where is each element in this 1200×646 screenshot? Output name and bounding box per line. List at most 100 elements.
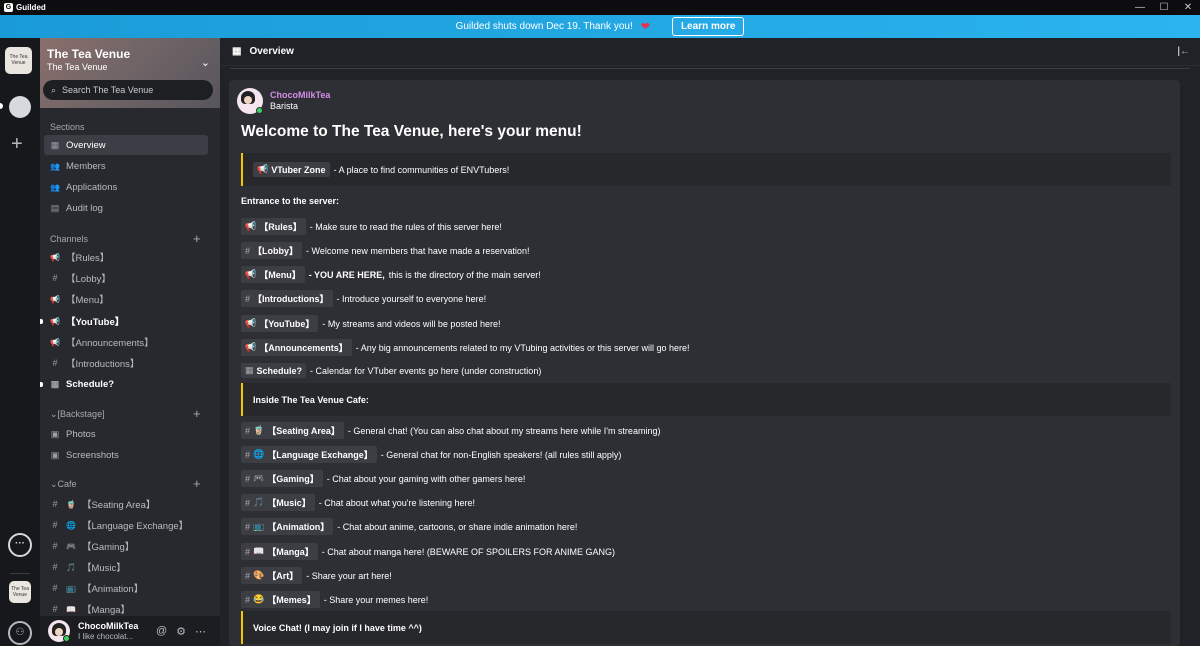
server-header[interactable]: The Tea Venue The Tea Venue ⌄ ⌕ Search T…	[40, 38, 220, 108]
tag-label: Schedule?	[256, 365, 303, 376]
channel-photos[interactable]: ▣ Photos	[44, 424, 208, 444]
sidebar-item-applications[interactable]: 👥 Applications	[44, 177, 208, 197]
channel-tag-animation[interactable]: # 📺 【Animation】	[241, 518, 334, 535]
channel-tag-announcements[interactable]: 📢 【Announcements】	[241, 339, 352, 356]
channel-youtube[interactable]: 📢 【YouTube】	[40, 311, 208, 331]
server-search-input[interactable]: ⌕ Search The Tea Venue	[43, 80, 213, 100]
sidebar-item-audit-log[interactable]: ▤ Audit log	[44, 198, 208, 218]
channels-heading: Channels +	[50, 231, 201, 246]
search-icon: ⌕	[51, 84, 57, 95]
channel-seating-area[interactable]: # 🧋 【Seating Area】	[44, 494, 208, 514]
close-window-button[interactable]: ✕	[1176, 0, 1200, 15]
channel-menu[interactable]: 📢 【Menu】	[44, 289, 208, 309]
music-note-icon: 🎵	[66, 562, 76, 572]
audit-log-icon: ▤	[50, 202, 60, 213]
line-text: - Calendar for VTuber events go here (un…	[310, 365, 542, 376]
author-avatar-wrap[interactable]	[237, 88, 263, 114]
chevron-down-icon[interactable]: ⌄	[201, 56, 210, 69]
add-channel-button[interactable]: +	[193, 476, 201, 491]
line-text: - Make sure to read the rules of this se…	[309, 221, 502, 232]
server-sidebar: The Tea Venue The Tea Venue ⌄ ⌕ Search T…	[40, 38, 220, 646]
channel-schedule[interactable]: ▦ Schedule?	[40, 374, 208, 394]
channel-tag-art[interactable]: # 🎨 【Art】	[241, 567, 303, 584]
bubble-tea-icon: 🧋	[253, 425, 265, 435]
channel-gaming[interactable]: # 🎮 【Gaming】	[44, 536, 208, 556]
teapot-server-icon[interactable]	[9, 96, 31, 118]
line-text: - General chat! (You can also chat about…	[347, 425, 661, 436]
channel-tag-vtuber-zone[interactable]: 📢 VTuber Zone	[253, 162, 330, 177]
user-avatar-wrap[interactable]	[48, 620, 70, 642]
channel-tag-introductions[interactable]: # 【Introductions】	[241, 290, 333, 307]
server-tile-small[interactable]: The Tea Venue	[9, 581, 31, 603]
channel-tag-manga[interactable]: # 📖 【Manga】	[241, 543, 318, 560]
tag-label: VTuber Zone	[271, 164, 326, 175]
entrance-heading: Entrance to the server:	[241, 196, 340, 206]
channel-label: 【Announcements】	[66, 338, 154, 349]
overview-header: ▦ Overview |←	[220, 38, 1200, 66]
music-note-icon: 🎵	[253, 497, 265, 507]
channel-label: 【Lobby】	[66, 274, 111, 285]
backstage-heading[interactable]: ⌄[Backstage] +	[50, 406, 201, 421]
line-text: this is the directory of the main server…	[388, 269, 541, 280]
channel-label: 【Introductions】	[66, 359, 140, 370]
channel-tag-seating-area[interactable]: # 🧋 【Seating Area】	[241, 422, 344, 439]
channel-screenshots[interactable]: ▣ Screenshots	[44, 445, 208, 465]
channel-label: Screenshots	[66, 449, 119, 461]
announcement-icon: 📢	[245, 221, 257, 231]
channel-language-exchange[interactable]: # 🌐 【Language Exchange】	[44, 515, 208, 535]
hash-icon: #	[245, 594, 251, 605]
cafe-heading[interactable]: ⌄Cafe +	[50, 476, 201, 491]
cafe-line: # 🧋 【Seating Area】 - General chat! (You can…	[241, 422, 660, 439]
chat-bubble-icon[interactable]: ···	[8, 533, 32, 557]
sidebar-item-overview[interactable]: ▦ Overview	[44, 135, 208, 155]
channel-announcements[interactable]: 📢 【Announcements】	[44, 332, 208, 352]
collapse-panel-icon[interactable]: |←	[1177, 46, 1190, 57]
minimize-button[interactable]: —	[1128, 0, 1152, 15]
hash-icon: #	[245, 546, 251, 557]
channel-tag-lobby[interactable]: # 【Lobby】	[241, 242, 303, 259]
app-name: Guilded	[16, 3, 46, 12]
hash-icon: #	[52, 583, 58, 593]
channel-rules[interactable]: 📢 【Rules】	[44, 247, 208, 267]
user-status[interactable]: I like chocolat...	[78, 632, 138, 641]
channel-tag-language-exchange[interactable]: # 🌐 【Language Exchange】	[241, 446, 377, 463]
tv-icon: 📺	[253, 521, 265, 531]
channel-tag-memes[interactable]: # 😂 【Memes】	[241, 591, 320, 608]
channel-tag-music[interactable]: # 🎵 【Music】	[241, 494, 315, 511]
cafe-line: # 🎨 【Art】 - Share your art here!	[241, 567, 392, 584]
sidebar-item-members[interactable]: 👥 Members	[44, 156, 208, 176]
line-text: - Welcome new members that have made a r…	[306, 245, 530, 256]
add-channel-button[interactable]: +	[193, 231, 201, 246]
channels-label: Channels	[50, 234, 89, 244]
mentions-icon[interactable]: @	[156, 625, 167, 638]
add-channel-button[interactable]: +	[193, 406, 201, 421]
friends-icon[interactable]: ⚇	[8, 621, 32, 645]
channel-label: 【Seating Area】	[81, 500, 156, 511]
channel-tag-schedule[interactable]: ▦ Schedule?	[241, 363, 307, 378]
line-text: - General chat for non-English speakers!…	[380, 449, 622, 460]
banner-text: Guilded shuts down Dec 19. Thank you!	[455, 21, 633, 32]
channel-introductions[interactable]: # 【Introductions】	[44, 353, 208, 373]
channel-music[interactable]: # 🎵 【Music】	[44, 557, 208, 577]
book-icon: 📖	[253, 546, 265, 556]
channel-lobby[interactable]: # 【Lobby】	[44, 268, 208, 288]
channel-tag-menu[interactable]: 📢 【Menu】	[241, 266, 305, 283]
learn-more-button[interactable]: Learn more	[671, 17, 745, 36]
gamepad-icon: 🎮	[253, 473, 265, 483]
channel-tag-youtube[interactable]: 📢 【YouTube】	[241, 315, 319, 332]
maximize-button[interactable]: ☐	[1152, 0, 1176, 15]
gear-icon[interactable]: ⚙	[176, 625, 186, 638]
server-tile-tea-venue[interactable]: The Tea Venue	[5, 47, 32, 74]
post-author[interactable]: ChocoMilkTea	[270, 90, 330, 100]
cafe-line: # 🎵 【Music】 - Chat about what you're listen…	[241, 494, 475, 511]
unread-indicator	[40, 319, 43, 324]
channel-animation[interactable]: # 📺 【Animation】	[44, 578, 208, 598]
rail-divider	[10, 573, 30, 574]
entrance-line: 📢 【Menu】 - YOU ARE HERE, this is the direct…	[241, 266, 541, 283]
channel-tag-rules[interactable]: 📢 【Rules】	[241, 218, 306, 235]
more-options-icon[interactable]: ⋯	[195, 625, 206, 638]
channel-label: 【YouTube】	[66, 317, 125, 328]
line-text: - My streams and videos will be posted h…	[322, 318, 501, 329]
channel-tag-gaming[interactable]: # 🎮 【Gaming】	[241, 470, 323, 487]
add-server-button[interactable]: +	[11, 134, 23, 154]
